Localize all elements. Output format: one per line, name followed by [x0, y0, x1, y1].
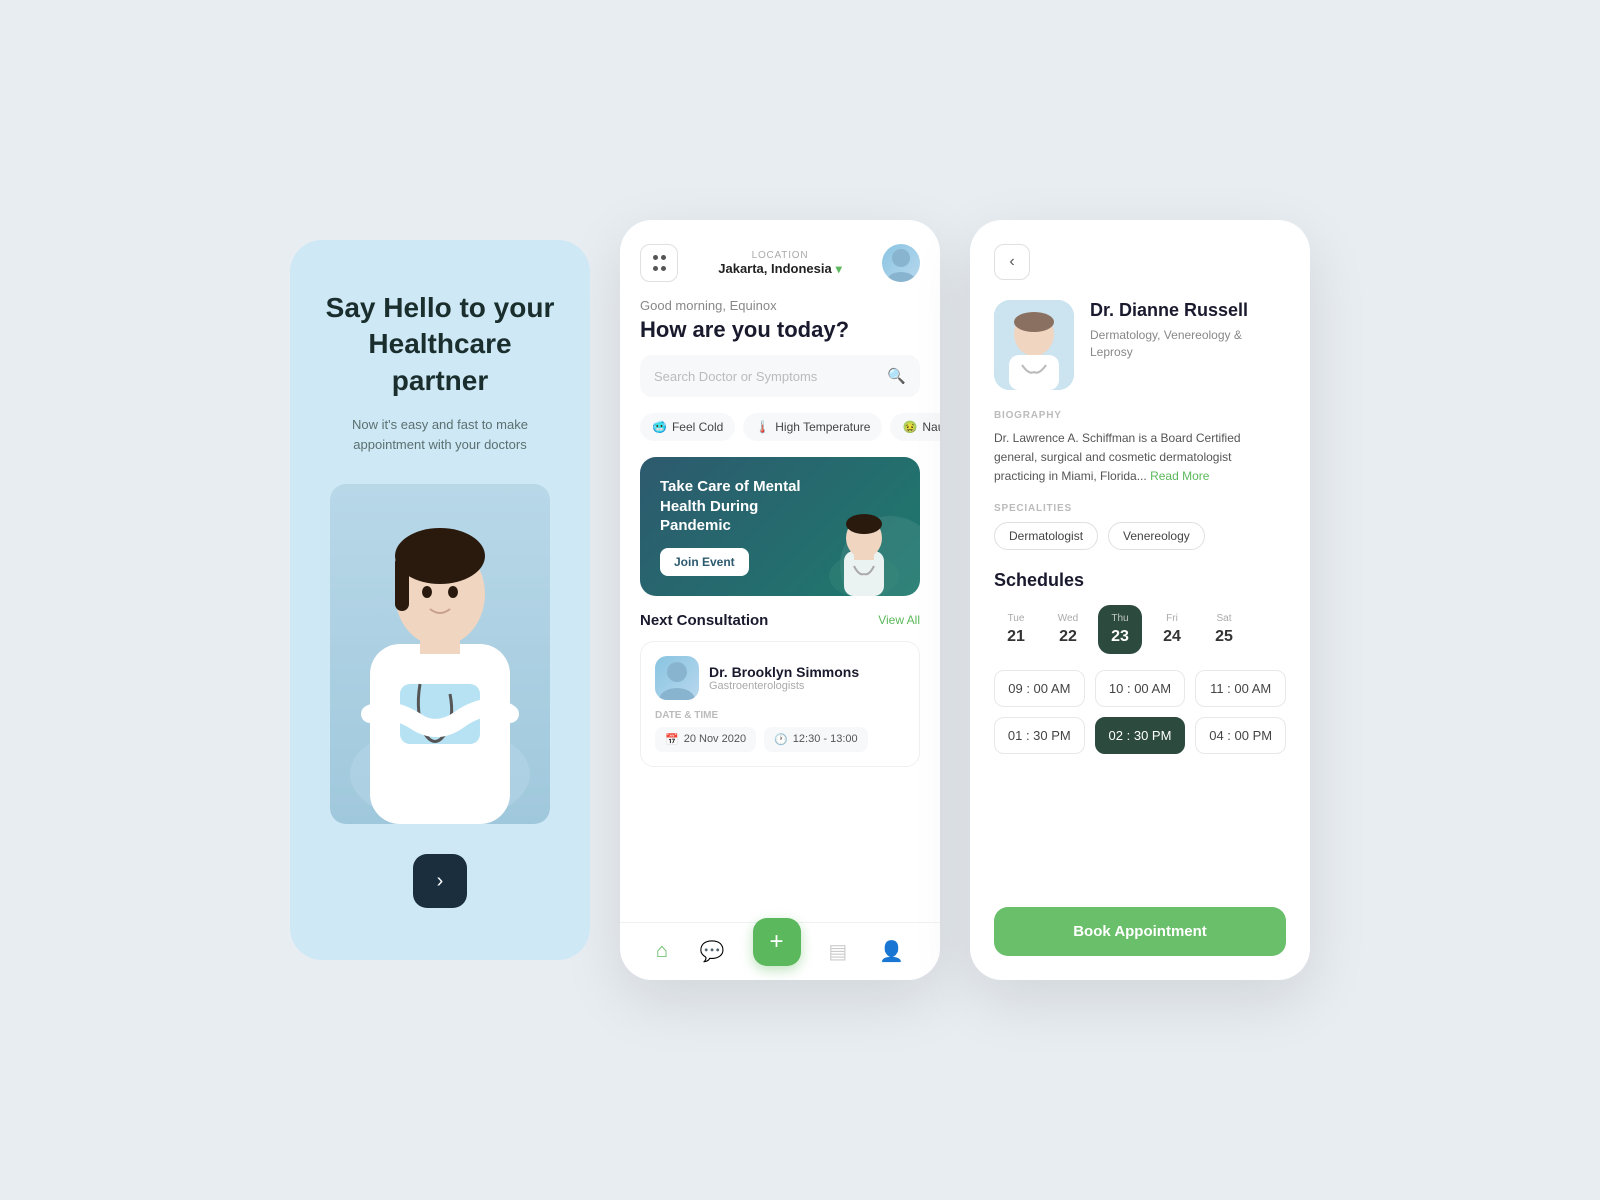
search-placeholder: Search Doctor or Symptoms [654, 369, 817, 384]
symptom-chip-temperature[interactable]: 🌡️ High Temperature [743, 413, 882, 441]
search-icon: 🔍 [887, 367, 906, 385]
detail-doctor-specialty: Dermatology, Venereology & Leprosy [1090, 327, 1286, 361]
consultation-header: Next Consultation View All [640, 612, 920, 629]
specialities-row: Dermatologist Venereology [994, 522, 1286, 550]
greeting-block: Good morning, Equinox How are you today? [620, 298, 940, 355]
day-sat[interactable]: Sat 25 [1202, 605, 1246, 654]
banner-text: Take Care of Mental Health During Pandem… [660, 477, 810, 576]
greeting-sub: Good morning, Equinox [640, 298, 920, 313]
chevron-down-icon: ▾ [836, 262, 842, 276]
time-chip: 🕐 12:30 - 13:00 [764, 727, 868, 752]
user-avatar[interactable] [882, 244, 920, 282]
location-block: LOCATION Jakarta, Indonesia ▾ [718, 250, 841, 276]
read-more-link[interactable]: Read More [1150, 469, 1209, 483]
days-row: Tue 21 Wed 22 Thu 23 Fri 24 Sat 25 [994, 605, 1286, 654]
view-all-link[interactable]: View All [878, 613, 920, 627]
consultation-title: Next Consultation [640, 612, 768, 629]
greeting-main: How are you today? [640, 317, 920, 343]
time-1100[interactable]: 11 : 00 AM [1195, 670, 1286, 707]
nav-add-button[interactable]: + [753, 918, 801, 966]
banner-doctor-img [824, 496, 904, 596]
times-grid: 09 : 00 AM 10 : 00 AM 11 : 00 AM 01 : 30… [994, 670, 1286, 754]
symptom-chips: 🥶 Feel Cold 🌡️ High Temperature 🤢 Nausea [620, 413, 940, 457]
nav-chat-icon[interactable]: 💬 [696, 935, 729, 968]
spec-tag-venereology[interactable]: Venereology [1108, 522, 1205, 550]
detail-doctor-name: Dr. Dianne Russell [1090, 300, 1286, 321]
home-screen: LOCATION Jakarta, Indonesia ▾ Good morni… [620, 220, 940, 980]
time-1000[interactable]: 10 : 00 AM [1095, 670, 1186, 707]
time-0230[interactable]: 02 : 30 PM [1095, 717, 1186, 754]
nav-home-icon[interactable]: ⌂ [652, 936, 672, 967]
day-wed[interactable]: Wed 22 [1046, 605, 1090, 654]
dot [653, 255, 658, 260]
location-label: LOCATION [718, 250, 841, 261]
detail-screen: ‹ Dr. Dianne Russell Dermatology, Venere… [970, 220, 1310, 980]
doctor-photo [994, 300, 1074, 390]
mental-health-banner: Take Care of Mental Health During Pandem… [640, 457, 920, 596]
welcome-screen: Say Hello to your Healthcare partner Now… [290, 240, 590, 960]
bio-text: Dr. Lawrence A. Schiffman is a Board Cer… [994, 429, 1286, 487]
back-button[interactable]: ‹ [994, 244, 1030, 280]
welcome-title: Say Hello to your Healthcare partner [320, 290, 560, 399]
consultation-section: Next Consultation View All Dr. Brooklyn … [620, 612, 940, 779]
specialities-label: SPECIALITIES [994, 503, 1286, 514]
date-chip: 📅 20 Nov 2020 [655, 727, 756, 752]
date-time-label: DATE & TIME [655, 710, 905, 721]
bio-label: BIOGRAPHY [994, 410, 1286, 421]
banner-title: Take Care of Mental Health During Pandem… [660, 477, 810, 536]
search-bar[interactable]: Search Doctor or Symptoms 🔍 [640, 355, 920, 397]
nav-profile-icon[interactable]: 👤 [875, 935, 908, 968]
time-0400[interactable]: 04 : 00 PM [1195, 717, 1286, 754]
symptom-chip-cold[interactable]: 🥶 Feel Cold [640, 413, 735, 441]
dot [661, 255, 666, 260]
time-0900[interactable]: 09 : 00 AM [994, 670, 1085, 707]
next-button[interactable]: › [413, 854, 467, 908]
symptom-chip-nausea[interactable]: 🤢 Nausea [890, 413, 940, 441]
day-fri[interactable]: Fri 24 [1150, 605, 1194, 654]
welcome-subtitle: Now it's easy and fast to make appointme… [320, 415, 560, 454]
dot [661, 266, 666, 271]
location-value[interactable]: Jakarta, Indonesia ▾ [718, 261, 841, 276]
bottom-nav: ⌂ 💬 + ▤ 👤 [620, 922, 940, 980]
doctor-row: Dr. Brooklyn Simmons Gastroenterologists [655, 656, 905, 700]
consultation-card[interactable]: Dr. Brooklyn Simmons Gastroenterologists… [640, 641, 920, 767]
doctor-avatar [655, 656, 699, 700]
spec-tag-dermatologist[interactable]: Dermatologist [994, 522, 1098, 550]
doctor-info: Dr. Brooklyn Simmons Gastroenterologists [709, 664, 859, 692]
doctor-image [330, 484, 550, 824]
doctor-profile-row: Dr. Dianne Russell Dermatology, Venereol… [994, 300, 1286, 390]
join-event-button[interactable]: Join Event [660, 548, 749, 576]
home-header: LOCATION Jakarta, Indonesia ▾ [620, 220, 940, 298]
datetime-row: 📅 20 Nov 2020 🕐 12:30 - 13:00 [655, 727, 905, 752]
schedules-title: Schedules [994, 570, 1286, 591]
dot [653, 266, 658, 271]
time-0130[interactable]: 01 : 30 PM [994, 717, 1085, 754]
menu-button[interactable] [640, 244, 678, 282]
nav-card-icon[interactable]: ▤ [824, 935, 851, 968]
day-thu[interactable]: Thu 23 [1098, 605, 1142, 654]
doctor-info-block: Dr. Dianne Russell Dermatology, Venereol… [1090, 300, 1286, 390]
day-tue[interactable]: Tue 21 [994, 605, 1038, 654]
book-appointment-button[interactable]: Book Appointment [994, 907, 1286, 956]
doctor-specialty: Gastroenterologists [709, 680, 859, 692]
doctor-name: Dr. Brooklyn Simmons [709, 664, 859, 680]
